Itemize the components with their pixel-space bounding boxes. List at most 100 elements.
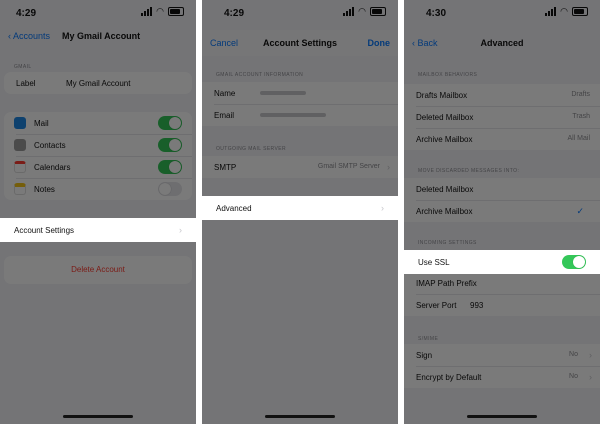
advanced-label: Advanced xyxy=(216,204,252,213)
drafts-mailbox-row[interactable]: Drafts Mailbox Drafts xyxy=(404,84,600,106)
sign-label: Sign xyxy=(416,351,433,360)
drafts-mailbox-label: Drafts Mailbox xyxy=(416,91,468,100)
app-label-calendars: Calendars xyxy=(34,163,71,172)
name-row[interactable]: Name xyxy=(202,82,398,104)
section-label-gmail: GMAIL xyxy=(14,64,32,70)
smtp-label: SMTP xyxy=(214,163,237,172)
section-label-discarded: MOVE DISCARDED MESSAGES INTO: xyxy=(418,168,520,174)
signal-icon xyxy=(545,7,557,16)
account-settings-label: Account Settings xyxy=(14,226,75,235)
app-label-mail: Mail xyxy=(34,119,49,128)
server-port-row[interactable]: Server Port 993 xyxy=(404,294,600,316)
app-label-notes: Notes xyxy=(34,185,55,194)
archive-mailbox-row[interactable]: Archive Mailbox All Mail xyxy=(404,128,600,150)
imap-path-prefix-label: IMAP Path Prefix xyxy=(416,279,477,288)
sign-row[interactable]: Sign No › xyxy=(404,344,600,366)
calendar-icon xyxy=(14,161,26,173)
account-settings-row[interactable]: Account Settings › xyxy=(0,218,196,242)
label-row[interactable]: Label My Gmail Account xyxy=(4,72,192,94)
discarded-group: Deleted Mailbox Archive Mailbox ✓ xyxy=(404,178,600,222)
label-row-label: Label xyxy=(16,79,36,88)
wifi-icon: ◠ xyxy=(358,6,366,16)
wifi-icon: ◠ xyxy=(156,6,164,16)
app-row-notes: Notes xyxy=(4,178,192,200)
home-indicator[interactable] xyxy=(265,415,335,418)
email-label: Email xyxy=(214,111,235,120)
app-row-mail: Mail xyxy=(4,112,192,134)
smtp-group: SMTP Gmail SMTP Server › xyxy=(202,156,398,178)
chevron-right-icon: › xyxy=(589,350,592,360)
deleted-mailbox-row[interactable]: Deleted Mailbox Trash xyxy=(404,106,600,128)
use-ssl-label: Use SSL xyxy=(418,258,450,267)
phone-screen-account: 4:29 ◠ ‹ Accounts My Gmail Account GMAIL… xyxy=(0,0,196,424)
status-time: 4:29 xyxy=(224,8,245,19)
done-button[interactable]: Done xyxy=(368,38,391,48)
apps-group: Mail Contacts Calendars Notes xyxy=(4,112,192,200)
section-label-incoming: INCOMING SETTINGS xyxy=(418,240,477,246)
contacts-toggle[interactable] xyxy=(158,138,182,152)
chevron-right-icon: › xyxy=(381,203,384,213)
encrypt-row[interactable]: Encrypt by Default No › xyxy=(404,366,600,388)
advanced-row[interactable]: Advanced › xyxy=(202,196,398,220)
deleted-mailbox-label: Deleted Mailbox xyxy=(416,113,474,122)
archive-mailbox-label: Archive Mailbox xyxy=(416,135,473,144)
smtp-row[interactable]: SMTP Gmail SMTP Server › xyxy=(202,156,398,178)
archive-mailbox-value: All Mail xyxy=(567,135,590,142)
email-value-redacted xyxy=(260,113,326,117)
status-icons: ◠ xyxy=(141,7,184,16)
chevron-right-icon: › xyxy=(179,225,182,235)
nav-title: My Gmail Account xyxy=(62,31,141,41)
nav-title: Advanced xyxy=(480,38,524,48)
smime-group: Sign No › Encrypt by Default No › xyxy=(404,344,600,388)
label-group: Label My Gmail Account xyxy=(4,72,192,94)
back-button-label: Accounts xyxy=(13,31,51,41)
server-port-label: Server Port xyxy=(416,301,457,310)
use-ssl-toggle[interactable] xyxy=(562,255,586,269)
name-label: Name xyxy=(214,89,236,98)
nav-bar: Cancel Account Settings Done xyxy=(202,30,398,56)
section-label-smime: S/MIME xyxy=(418,336,439,342)
email-row[interactable]: Email xyxy=(202,104,398,126)
signal-icon xyxy=(343,7,355,16)
contacts-icon xyxy=(14,139,26,151)
imap-path-prefix-row[interactable]: IMAP Path Prefix xyxy=(404,272,600,294)
sign-value: No xyxy=(569,351,578,358)
home-indicator[interactable] xyxy=(467,415,537,418)
phone-screen-account-settings: 4:29 ◠ Cancel Account Settings Done GMAI… xyxy=(202,0,398,424)
encrypt-label: Encrypt by Default xyxy=(416,373,482,382)
discard-archive-row[interactable]: Archive Mailbox ✓ xyxy=(404,200,600,222)
delete-account-button[interactable]: Delete Account xyxy=(4,256,192,284)
encrypt-value: No xyxy=(569,373,578,380)
smtp-value: Gmail SMTP Server xyxy=(317,163,380,170)
server-port-value: 993 xyxy=(470,301,484,310)
app-row-calendars: Calendars xyxy=(4,156,192,178)
drafts-mailbox-value: Drafts xyxy=(571,91,590,98)
status-icons: ◠ xyxy=(343,7,386,16)
discard-deleted-row[interactable]: Deleted Mailbox xyxy=(404,178,600,200)
wifi-icon: ◠ xyxy=(560,6,568,16)
nav-bar: ‹ Accounts My Gmail Account xyxy=(0,26,196,48)
notes-icon xyxy=(14,183,26,195)
status-time: 4:30 xyxy=(426,8,447,19)
chevron-right-icon: › xyxy=(387,162,390,172)
phone-screen-advanced: 4:30 ◠ ‹ Back Advanced MAILBOX BEHAVIORS… xyxy=(404,0,600,424)
section-label-outgoing: OUTGOING MAIL SERVER xyxy=(216,146,286,152)
home-indicator[interactable] xyxy=(63,415,133,418)
back-button[interactable]: ‹ Accounts xyxy=(8,31,50,41)
app-row-contacts: Contacts xyxy=(4,134,192,156)
mail-toggle[interactable] xyxy=(158,116,182,130)
calendars-toggle[interactable] xyxy=(158,160,182,174)
status-icons: ◠ xyxy=(545,7,588,16)
mail-icon xyxy=(14,117,26,129)
status-time: 4:29 xyxy=(16,8,37,19)
section-label-account-info: GMAIL ACCOUNT INFORMATION xyxy=(216,72,304,78)
deleted-mailbox-value: Trash xyxy=(572,113,590,120)
notes-toggle[interactable] xyxy=(158,182,182,196)
incoming-group: IMAP Path Prefix Server Port 993 xyxy=(404,272,600,316)
name-value-redacted xyxy=(260,91,306,95)
label-row-value: My Gmail Account xyxy=(66,79,131,88)
battery-icon xyxy=(572,7,588,16)
signal-icon xyxy=(141,7,153,16)
app-label-contacts: Contacts xyxy=(34,141,66,150)
section-label-mailbox-behaviors: MAILBOX BEHAVIORS xyxy=(418,72,478,78)
